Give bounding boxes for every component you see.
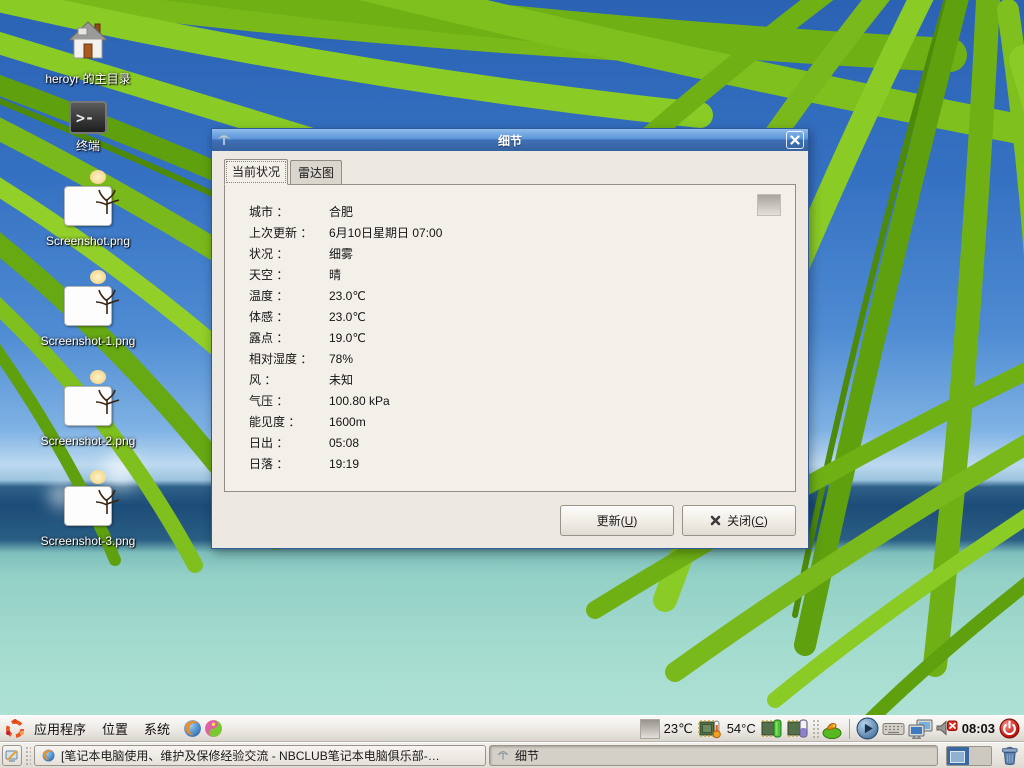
close-x-icon [710, 515, 721, 526]
weather-applet-temp[interactable]: 23℃ [663, 721, 694, 737]
firefox-task-icon [41, 748, 56, 763]
battery-applet-icon[interactable] [786, 718, 809, 739]
image-file-icon [64, 286, 112, 326]
keyboard-applet-icon[interactable] [882, 720, 905, 738]
desktop: heroyr 的主目录 >- 终端 Screenshot.png Screen [0, 0, 1024, 768]
top-panel: 应用程序 位置 系统 23℃ 54°C [0, 715, 1024, 742]
panel-applet-area: 23℃ 54°C [640, 717, 1020, 740]
weather-row-temperature: 温度 ：23.0℃ [225, 285, 795, 306]
desktop-icon-label: Screenshot-3.png [18, 534, 158, 548]
task-label: [笔记本电脑使用、维护及保修经验交流 - NBCLUB笔记本电脑俱乐部-… [61, 747, 440, 764]
image-file-icon [64, 186, 112, 226]
desktop-icon-home[interactable]: heroyr 的主目录 [18, 20, 158, 87]
weather-row-dew-point: 露点 ：19.0℃ [225, 327, 795, 348]
weather-row-last-update: 上次更新 ：6月10日星期日 07:00 [225, 222, 795, 243]
clouds [0, 0, 2, 2]
dialog-body: 当前状况 雷达图 城市 ：合肥 上次更新 ：6月10日星期日 07:00 状况 … [212, 151, 808, 548]
weather-image-placeholder [757, 194, 781, 216]
weather-applet-icon[interactable] [640, 719, 660, 739]
dialog-button-row: 更新(U) 关闭(C) [560, 505, 796, 536]
terminal-icon: >- [69, 101, 107, 134]
panel-separator [849, 719, 850, 739]
workspace-switcher [946, 746, 992, 766]
weather-row-sunset: 日落 ：19:19 [225, 453, 795, 474]
task-button-firefox[interactable]: [笔记本电脑使用、维护及保修经验交流 - NBCLUB笔记本电脑俱乐部-… [34, 745, 486, 766]
close-icon [790, 135, 800, 145]
workspace-1[interactable] [947, 747, 969, 765]
window-list-bar: [笔记本电脑使用、维护及保修经验交流 - NBCLUB笔记本电脑俱乐部-… 细节 [0, 742, 1024, 768]
task-button-details[interactable]: 细节 [489, 745, 938, 766]
workspace-window-thumb [950, 751, 965, 763]
weather-row-sky: 天空 ：晴 [225, 264, 795, 285]
applet-drag-handle[interactable] [812, 719, 819, 739]
network-monitors-icon[interactable] [908, 719, 933, 739]
current-conditions-page: 城市 ：合肥 上次更新 ：6月10日星期日 07:00 状况 ：细雾 天空 ：晴… [224, 184, 796, 492]
media-player-applet-icon[interactable] [856, 717, 879, 740]
tab-current-conditions[interactable]: 当前状况 [224, 159, 288, 185]
cpu-temperature-value[interactable]: 54°C [726, 721, 757, 736]
image-file-icon [64, 486, 112, 526]
desktop-icon-label: heroyr 的主目录 [18, 70, 158, 87]
image-file-icon [64, 386, 112, 426]
ubuntu-menu-icon[interactable] [4, 718, 26, 740]
home-icon [67, 20, 109, 67]
desktop-icon-terminal[interactable]: >- 终端 [18, 101, 158, 154]
tab-radar-map[interactable]: 雷达图 [290, 160, 342, 184]
weather-row-humidity: 相对湿度 ：78% [225, 348, 795, 369]
power-quit-icon[interactable] [999, 718, 1020, 739]
desktop-icon-screenshot-3[interactable]: Screenshot-3.png [18, 486, 158, 548]
weather-row-condition: 状况 ：细雾 [225, 243, 795, 264]
weather-task-icon [496, 749, 510, 762]
show-desktop-icon [5, 749, 19, 763]
cpu-monitor-applet-icon[interactable] [760, 718, 783, 739]
close-button[interactable]: 关闭(C) [682, 505, 796, 536]
weather-row-wind: 风 ：未知 [225, 369, 795, 390]
firefox-launcher-icon[interactable] [182, 718, 203, 739]
menu-system[interactable]: 系统 [136, 717, 178, 740]
input-method-applet-icon[interactable] [822, 719, 843, 739]
weather-row-pressure: 气压 ：100.80 kPa [225, 390, 795, 411]
desktop-icon-label: Screenshot-2.png [18, 434, 158, 448]
menu-places[interactable]: 位置 [94, 717, 136, 740]
desktop-icon-label: Screenshot-1.png [18, 334, 158, 348]
workspace-2[interactable] [969, 747, 991, 765]
desktop-icon-screenshot-2[interactable]: Screenshot-2.png [18, 386, 158, 448]
close-window-button[interactable] [786, 131, 804, 149]
weather-row-city: 城市 ：合肥 [225, 201, 795, 222]
desktop-icon-label: 终端 [18, 137, 158, 154]
tab-bar: 当前状况 雷达图 [224, 162, 796, 184]
desktop-icon-screenshot-1[interactable]: Screenshot-1.png [18, 286, 158, 348]
show-desktop-button[interactable] [2, 745, 22, 766]
volume-muted-icon[interactable] [936, 719, 958, 738]
weather-row-sunrise: 日出 ：05:08 [225, 432, 795, 453]
trash-applet-icon[interactable] [1001, 745, 1019, 766]
desktop-icon-label: Screenshot.png [18, 234, 158, 248]
clock-applet[interactable]: 08:03 [961, 721, 996, 736]
dialog-titlebar[interactable]: 细节 [212, 129, 808, 151]
tasklist-drag-handle[interactable] [25, 746, 31, 766]
cpu-temperature-sensor-icon[interactable] [697, 718, 723, 739]
weather-row-visibility: 能见度 ：1600m [225, 411, 795, 432]
update-button[interactable]: 更新(U) [560, 505, 674, 536]
weather-details-dialog: 细节 当前状况 雷达图 城市 ：合肥 上次更新 ：6月10日星期日 07:00 … [211, 128, 809, 549]
task-label: 细节 [515, 747, 539, 764]
menu-applications[interactable]: 应用程序 [26, 717, 94, 740]
app-launcher-icon[interactable] [203, 718, 224, 739]
weather-row-feels-like: 体感 ：23.0℃ [225, 306, 795, 327]
desktop-icon-screenshot[interactable]: Screenshot.png [18, 186, 158, 248]
dialog-title: 细节 [212, 132, 808, 149]
